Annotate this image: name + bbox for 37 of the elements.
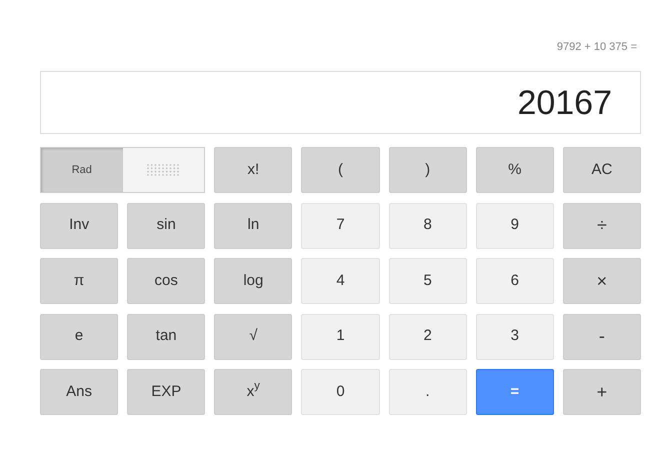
function-key[interactable]: AC xyxy=(562,147,641,193)
digit-key[interactable]: 4 xyxy=(301,258,380,304)
digit-key[interactable]: 5 xyxy=(388,258,467,304)
function-key[interactable]: Inv xyxy=(40,202,118,248)
operator-key[interactable]: × xyxy=(562,258,641,304)
result-value: 20167 xyxy=(517,86,612,120)
digit-key[interactable]: 3 xyxy=(476,314,554,360)
digit-key[interactable]: 9 xyxy=(476,202,554,248)
digit-key[interactable]: . xyxy=(388,369,467,415)
dotted-pattern-icon xyxy=(146,163,180,177)
digit-key[interactable]: 0 xyxy=(301,369,380,415)
digit-key[interactable]: 6 xyxy=(476,258,554,304)
digit-key[interactable]: 1 xyxy=(301,314,380,360)
function-key[interactable]: tan xyxy=(127,314,206,360)
function-key[interactable]: sin xyxy=(127,202,206,248)
digit-key[interactable]: 8 xyxy=(388,202,467,248)
operator-key[interactable]: + xyxy=(562,369,641,415)
function-key[interactable]: log xyxy=(214,258,292,304)
function-key[interactable]: Ans xyxy=(40,369,118,415)
function-key[interactable]: % xyxy=(476,147,554,193)
function-key[interactable]: x! xyxy=(214,147,292,193)
function-key[interactable]: √ xyxy=(214,314,292,360)
function-key[interactable]: cos xyxy=(127,258,206,304)
operator-key[interactable]: ÷ xyxy=(562,202,641,248)
function-key[interactable]: EXP xyxy=(127,369,206,415)
function-key[interactable]: ( xyxy=(301,147,380,193)
angle-mode-toggle[interactable] xyxy=(122,148,204,192)
function-key[interactable]: e xyxy=(40,314,118,360)
expression-text: 9792 + 10 375 = xyxy=(556,40,637,54)
operator-key[interactable]: - xyxy=(562,314,641,360)
angle-mode-toggle[interactable]: Rad xyxy=(41,148,123,192)
digit-key[interactable]: 2 xyxy=(388,314,467,360)
digit-key[interactable]: 7 xyxy=(301,202,380,248)
function-key[interactable]: ) xyxy=(388,147,467,193)
function-key[interactable]: π xyxy=(40,258,118,304)
function-key[interactable]: x$^{y}$ xyxy=(214,369,292,415)
function-key[interactable]: ln xyxy=(214,202,292,248)
